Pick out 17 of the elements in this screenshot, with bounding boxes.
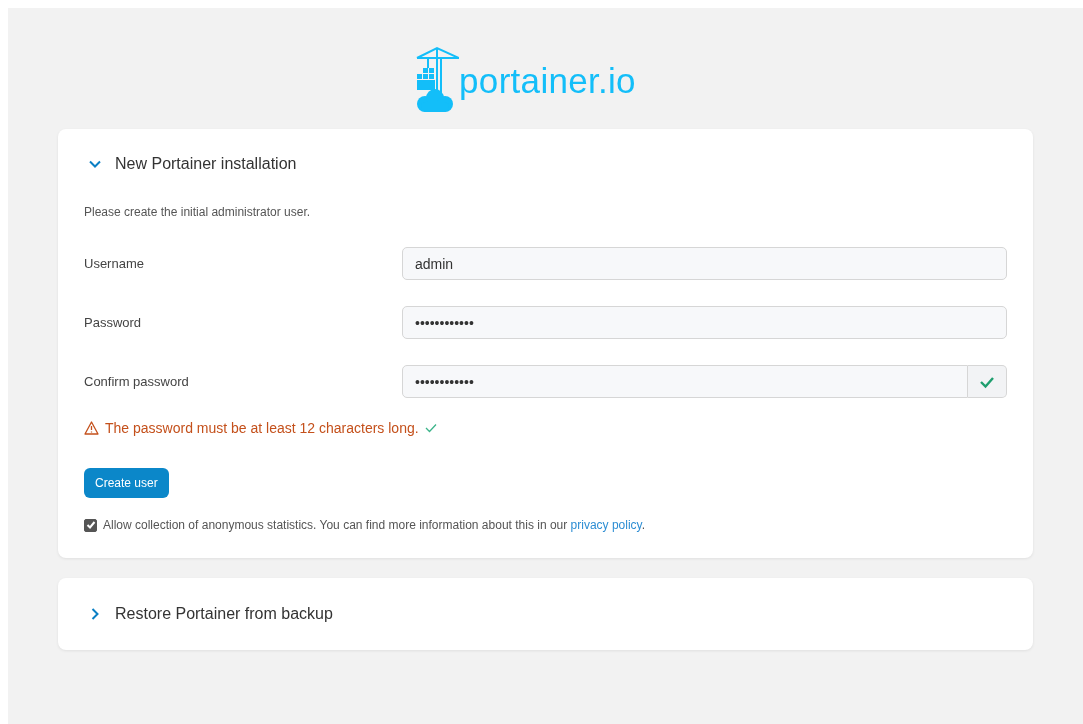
panel-toggle[interactable]: Restore Portainer from backup [84,605,1007,623]
warning-icon [84,421,99,435]
privacy-policy-link[interactable]: privacy policy [570,518,642,532]
create-user-button[interactable]: Create user [84,468,169,498]
checkbox[interactable] [84,518,97,532]
field-label: Password [84,315,143,330]
warning-text: The password must be at least 12 characters long. [105,420,419,436]
crane-cloud-icon [415,46,460,114]
consent-text: Allow collection of anonymous statistics. You can find more information about this in our privacy policy. [103,518,646,532]
logo-text: portainer.io [459,61,636,101]
intro-text: Please create the initial administrator user. [84,205,312,219]
input-field[interactable]: admin [402,247,1007,280]
field-label: Username [84,256,145,271]
input-field[interactable]: •••••••••••• [402,306,1007,339]
field-label: Confirm password [84,374,190,389]
input-field[interactable]: •••••••••••• [402,365,968,398]
panel-toggle[interactable]: New Portainer installation [84,155,1007,173]
